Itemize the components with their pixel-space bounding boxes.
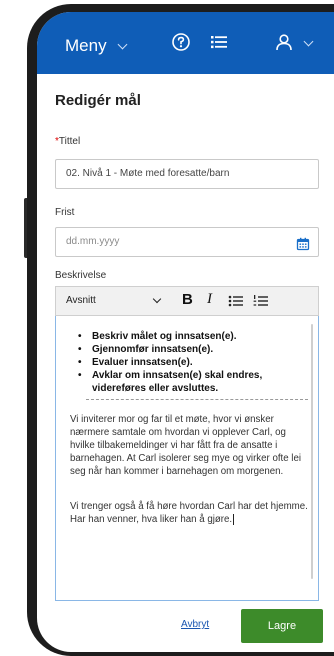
- help-circle-icon[interactable]: [171, 32, 191, 57]
- list-icon[interactable]: [209, 32, 229, 57]
- chevron-down-icon: [117, 39, 128, 49]
- description-paragraph: Vi inviterer mor og far til et møte, hvo…: [70, 414, 301, 477]
- deadline-label: Frist: [55, 207, 75, 218]
- page-title: Redigér mål: [55, 92, 141, 109]
- divider: [86, 399, 308, 400]
- user-chevron-down-icon[interactable]: [303, 36, 314, 47]
- text-caret: [233, 513, 235, 525]
- title-label: *Tittel: [55, 136, 81, 147]
- list-item: Avklar om innsatsen(e) skal endres, vide…: [78, 369, 308, 395]
- menu-button[interactable]: Meny: [65, 36, 128, 56]
- edit-goal-form: Redigér mål *Tittel 02. Nivå 1 - Møte me…: [37, 74, 334, 652]
- description-label: Beskrivelse: [55, 270, 107, 281]
- chevron-down-icon[interactable]: [152, 294, 162, 304]
- description-paragraph: Vi trenger også å få høre hvordan Carl h…: [70, 501, 308, 525]
- editor-scrollbar[interactable]: [311, 324, 313, 579]
- top-bar: Meny: [37, 12, 334, 74]
- bullet-list-icon[interactable]: [228, 294, 244, 312]
- editor-toolbar: Avsnitt B I: [55, 286, 319, 316]
- title-input[interactable]: 02. Nivå 1 - Møte med foresatte/barn: [55, 159, 319, 189]
- cancel-button[interactable]: Avbryt: [181, 619, 209, 630]
- description-editor[interactable]: Beskriv målet og innsatsen(e). Gjennomfø…: [55, 316, 319, 601]
- user-icon[interactable]: [274, 32, 294, 57]
- list-item: Gjennomfør innsatsen(e).: [78, 343, 308, 356]
- deadline-placeholder: dd.mm.yyyy: [66, 236, 120, 247]
- save-button[interactable]: Lagre: [241, 609, 323, 643]
- calendar-icon[interactable]: [296, 235, 310, 263]
- menu-label: Meny: [65, 36, 107, 55]
- paragraph-style-select[interactable]: Avsnitt: [66, 295, 96, 306]
- phone-screen: Meny Redigér mål *Tittel 02. Nivå 1 - Mø…: [37, 12, 334, 652]
- bullet-list: Beskriv målet og innsatsen(e). Gjennomfø…: [78, 330, 308, 395]
- list-item: Beskriv målet og innsatsen(e).: [78, 330, 308, 343]
- italic-button[interactable]: I: [207, 291, 212, 308]
- bold-button[interactable]: B: [182, 291, 193, 308]
- deadline-input[interactable]: dd.mm.yyyy: [55, 227, 319, 257]
- numbered-list-icon[interactable]: [253, 294, 269, 312]
- list-item: Evaluer innsatsen(e).: [78, 356, 308, 369]
